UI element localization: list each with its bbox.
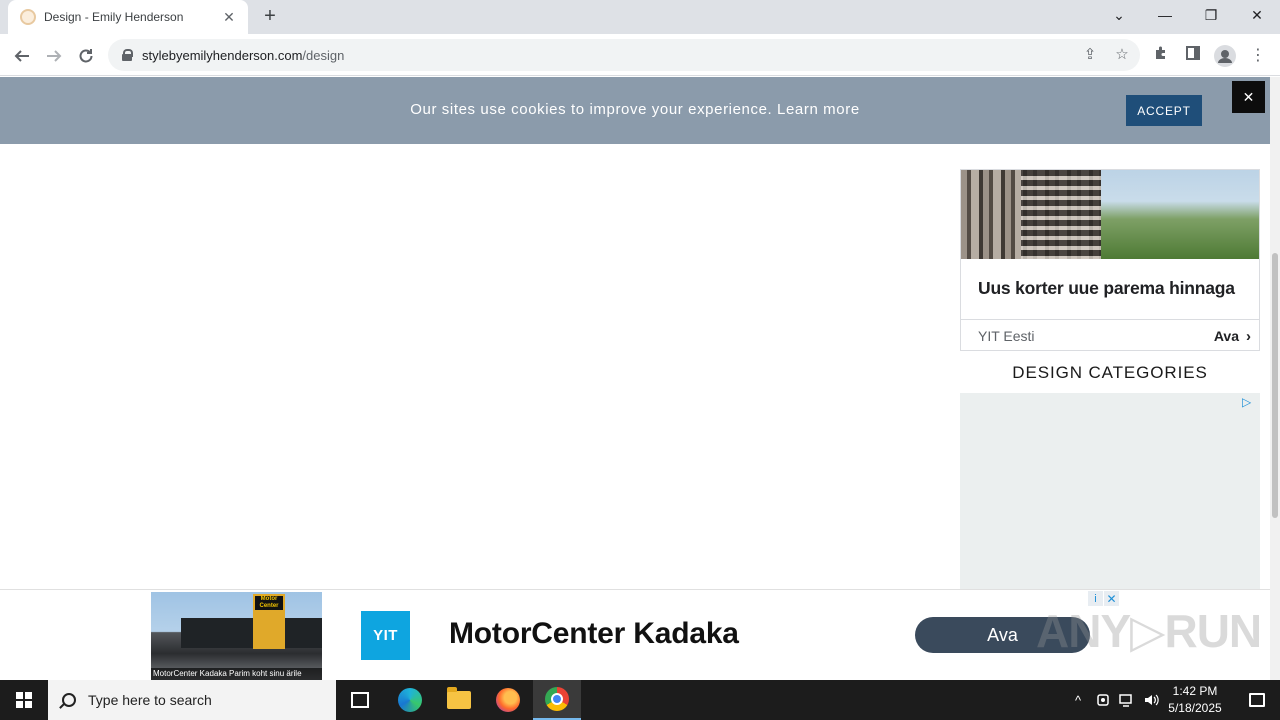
menu-kebab-icon[interactable]: ⋮ — [1247, 45, 1269, 67]
adchoices-icon[interactable]: ▷ — [1242, 395, 1256, 409]
ad-open-button[interactable]: Ava — [1214, 328, 1239, 344]
scrollbar-thumb[interactable] — [1272, 253, 1278, 518]
file-explorer-icon — [447, 687, 471, 709]
profile-avatar-icon[interactable] — [1214, 45, 1236, 67]
meet-now-icon[interactable] — [1094, 680, 1112, 720]
notification-center-button[interactable] — [1234, 680, 1280, 720]
ad-headline[interactable]: Uus korter uue parema hinnaga — [978, 278, 1235, 299]
bookmark-star-icon[interactable]: ☆ — [1114, 47, 1130, 63]
yit-logo[interactable]: YIT — [361, 611, 410, 660]
lock-icon — [122, 49, 133, 61]
ad-image-balconies — [1021, 170, 1101, 259]
start-button[interactable] — [0, 680, 48, 720]
search-icon — [62, 693, 76, 707]
clock-time: 1:42 PM — [1172, 684, 1218, 698]
browser-tab-strip: Design - Emily Henderson ✕ + ⌄ — ❐ ✕ — [0, 0, 1280, 34]
taskbar-file-explorer[interactable] — [435, 680, 483, 720]
extensions-puzzle-icon[interactable] — [1150, 45, 1172, 67]
chrome-icon — [545, 687, 569, 711]
url-path: /design — [302, 47, 345, 63]
cookie-message[interactable]: Our sites use cookies to improve your ex… — [0, 101, 1270, 118]
windows-logo-icon — [16, 692, 32, 708]
page-scrollbar[interactable] — [1270, 77, 1280, 680]
taskbar-search-placeholder: Type here to search — [88, 692, 212, 708]
task-view-icon — [351, 692, 369, 708]
tab-title: Design - Emily Henderson — [44, 10, 184, 24]
url-host: stylebyemilyhenderson.com — [142, 47, 303, 63]
taskbar-chrome[interactable] — [533, 680, 581, 720]
edge-icon — [398, 688, 422, 712]
clock-date: 5/18/2025 — [1168, 701, 1222, 715]
tray-overflow-chevron-icon[interactable]: ^ — [1068, 680, 1088, 720]
ad-footer: YIT Eesti Ava › — [961, 319, 1259, 350]
anyrun-watermark: ANY▷RUN — [1036, 605, 1262, 657]
address-bar[interactable]: stylebyemilyhenderson.com/design ⇪ ☆ — [108, 39, 1140, 71]
back-button[interactable] — [8, 42, 36, 70]
ad-advertiser[interactable]: YIT Eesti — [978, 328, 1035, 344]
forward-button[interactable] — [40, 42, 68, 70]
close-window-button[interactable]: ✕ — [1234, 0, 1280, 30]
ad-image[interactable] — [961, 170, 1259, 259]
chevron-right-icon: › — [1246, 328, 1251, 345]
cookie-close-button[interactable]: ✕ — [1232, 81, 1265, 113]
share-icon[interactable]: ⇪ — [1082, 47, 1098, 63]
motorcenter-logo: Motor Center — [255, 596, 283, 610]
browser-toolbar: stylebyemilyhenderson.com/design ⇪ ☆ ⋮ — [0, 34, 1280, 76]
windows-taskbar: Type here to search ^ 1:42 PM 5/18/2025 — [0, 680, 1280, 720]
arrow-right-icon — [47, 50, 62, 62]
anchor-ad-image-caption: MotorCenter Kadaka Parim koht sinu ärile — [151, 668, 322, 680]
cookie-banner: Our sites use cookies to improve your ex… — [0, 77, 1270, 144]
tab-search-dropdown-button[interactable]: ⌄ — [1096, 0, 1142, 30]
network-icon[interactable] — [1117, 680, 1137, 720]
design-categories-heading: DESIGN CATEGORIES — [1012, 363, 1208, 382]
side-panel-icon[interactable] — [1182, 45, 1204, 67]
tab-close-button[interactable]: ✕ — [220, 9, 238, 26]
volume-icon[interactable] — [1141, 680, 1161, 720]
taskbar-edge[interactable] — [386, 680, 434, 720]
taskbar-firefox[interactable] — [484, 680, 532, 720]
anchor-ad-banner[interactable]: Motor Center MotorCenter Kadaka Parim ko… — [0, 589, 1270, 680]
ad-image-building — [181, 618, 322, 648]
minimize-button[interactable]: — — [1142, 0, 1188, 30]
reload-icon — [79, 49, 93, 63]
site-favicon-icon — [20, 9, 36, 25]
sidebar-ad-card[interactable]: Uus korter uue parema hinnaga YIT Eesti … — [960, 169, 1260, 351]
firefox-icon — [496, 688, 520, 712]
task-view-button[interactable] — [336, 680, 384, 720]
restore-button[interactable]: ❐ — [1188, 0, 1234, 30]
browser-tab[interactable]: Design - Emily Henderson ✕ — [8, 0, 248, 34]
anchor-ad-image[interactable]: Motor Center MotorCenter Kadaka Parim ko… — [151, 592, 322, 680]
new-tab-button[interactable]: + — [258, 5, 282, 29]
reload-button[interactable] — [72, 42, 100, 70]
arrow-left-icon — [14, 50, 29, 62]
system-clock[interactable]: 1:42 PM 5/18/2025 — [1160, 683, 1230, 717]
accept-cookies-button[interactable]: ACCEPT — [1126, 95, 1202, 126]
anchor-ad-title[interactable]: MotorCenter Kadaka — [449, 617, 739, 651]
notification-icon — [1249, 693, 1265, 707]
taskbar-search-box[interactable]: Type here to search — [48, 680, 336, 720]
